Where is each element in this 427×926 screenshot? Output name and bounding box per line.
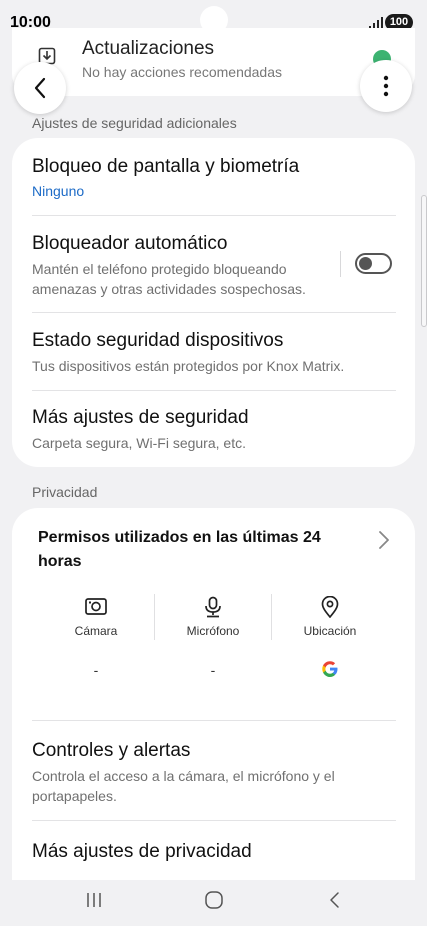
microphone-value: - xyxy=(210,662,216,678)
recent-apps-icon xyxy=(87,893,101,907)
more-privacy-title: Más ajustes de privacidad xyxy=(32,841,252,862)
updates-title: Actualizaciones xyxy=(82,38,215,59)
screen-lock-title: Bloqueo de pantalla y biometría xyxy=(32,156,300,177)
camera-permission[interactable] xyxy=(46,596,146,621)
privacy-section-label: Privacidad xyxy=(32,484,98,500)
camera-label: Cámara xyxy=(74,624,118,638)
auto-blocker-subtitle: Mantén el teléfono protegido bloqueando … xyxy=(32,261,306,297)
camera-value: - xyxy=(93,662,99,678)
permissions-title[interactable]: Permisos utilizados en las últimas 24 ho… xyxy=(38,526,338,574)
camera-icon xyxy=(85,598,107,615)
device-security-subtitle: Tus dispositivos están protegidos por Kn… xyxy=(32,358,345,374)
divider xyxy=(32,820,396,821)
location-label: Ubicación xyxy=(303,624,357,638)
google-icon xyxy=(322,661,338,677)
toggle-knob xyxy=(359,257,372,270)
more-security-subtitle: Carpeta segura, Wi-Fi segura, etc. xyxy=(32,435,246,451)
toggle-separator xyxy=(340,251,341,277)
divider xyxy=(271,594,272,640)
divider xyxy=(154,594,155,640)
microphone-icon xyxy=(205,596,221,618)
controls-alerts-subtitle: Controla el acceso a la cámara, el micró… xyxy=(32,768,335,804)
chevron-left-icon xyxy=(34,77,46,99)
divider xyxy=(32,720,396,721)
controls-alerts-title: Controles y alertas xyxy=(32,740,191,761)
divider xyxy=(32,312,396,313)
recent-apps-button[interactable] xyxy=(64,885,124,915)
nav-back-button[interactable] xyxy=(304,885,364,915)
location-permission[interactable] xyxy=(280,595,380,623)
screen-lock-value: Ninguno xyxy=(32,183,85,199)
divider xyxy=(32,215,396,216)
microphone-permission[interactable] xyxy=(163,596,263,623)
device-security-title: Estado seguridad dispositivos xyxy=(32,330,284,351)
home-button[interactable] xyxy=(184,885,244,915)
location-icon xyxy=(321,595,339,619)
updates-subtitle: No hay acciones recomendadas xyxy=(82,64,283,80)
auto-blocker-title: Bloqueador automático xyxy=(32,233,228,254)
more-security-title: Más ajustes de seguridad xyxy=(32,407,249,428)
back-button[interactable] xyxy=(14,62,66,114)
more-options-button[interactable] xyxy=(360,60,412,112)
more-vertical-icon xyxy=(383,75,389,97)
divider xyxy=(32,390,396,391)
scrollbar-handle[interactable] xyxy=(421,195,427,327)
back-nav-icon xyxy=(330,892,339,908)
chevron-right-icon[interactable] xyxy=(378,530,390,550)
auto-blocker-toggle[interactable] xyxy=(355,253,392,274)
microphone-label: Micrófono xyxy=(186,624,240,638)
security-section-label: Ajustes de seguridad adicionales xyxy=(32,115,237,131)
home-icon xyxy=(205,891,223,909)
